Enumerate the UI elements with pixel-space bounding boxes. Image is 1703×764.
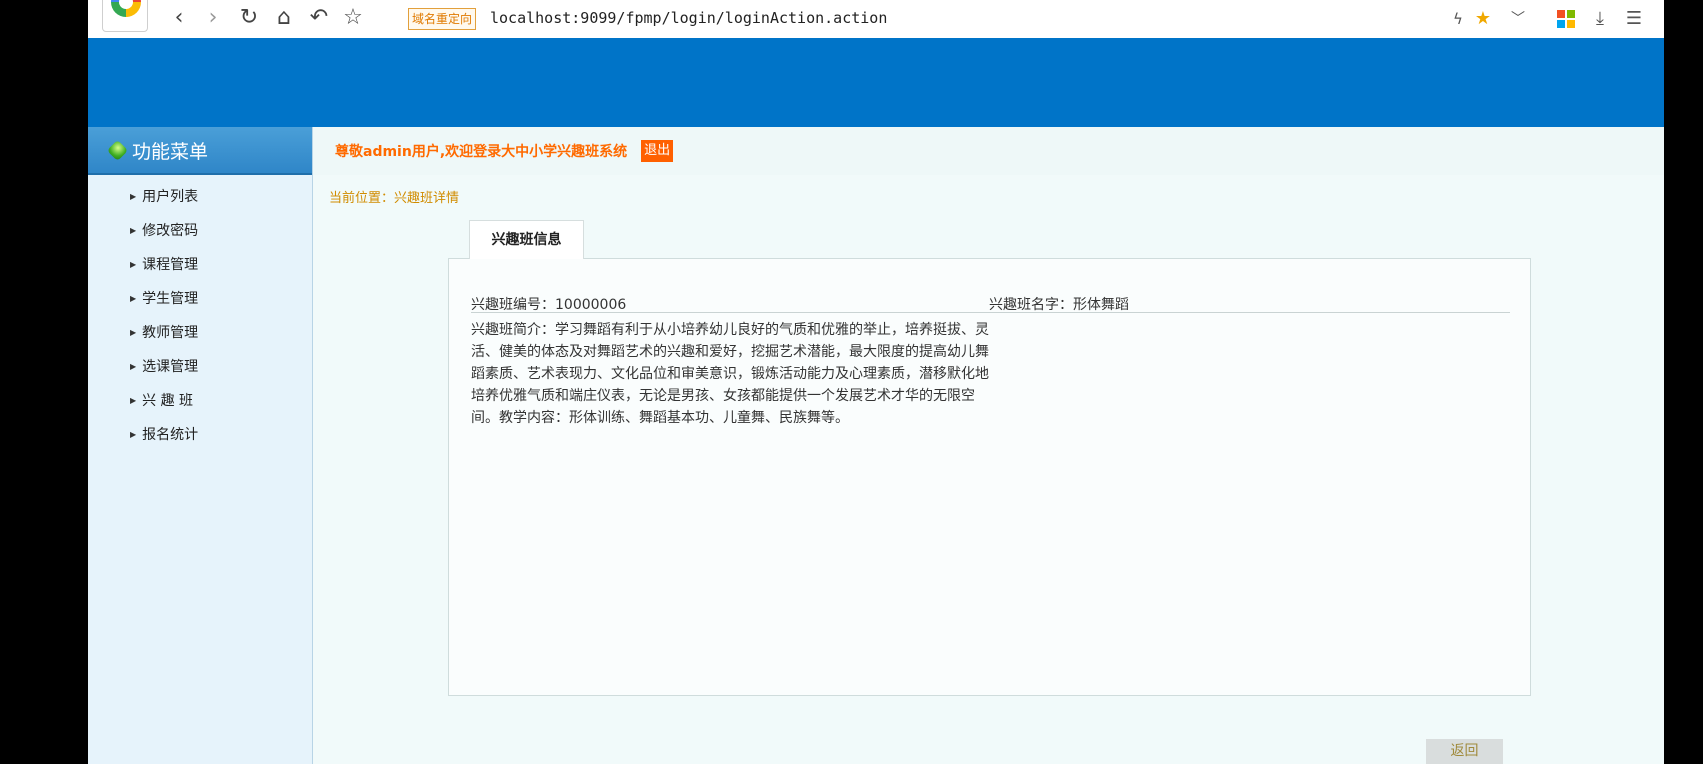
app-window: 功能菜单 ▶ 用户列表 ▶ 修改密码 ▶ 课程管理 ▶ 学生管理 ▶ 教师管理 ▶ 选课管理…	[88, 38, 1664, 764]
class-id-field: 兴趣班编号：10000006	[471, 297, 627, 313]
sidebar-item-password[interactable]: ▶ 修改密码	[88, 213, 312, 247]
back-icon[interactable]: ‹	[166, 5, 192, 31]
sidebar-item-statistics[interactable]: ▶ 报名统计	[88, 417, 312, 451]
sidebar-item-users[interactable]: ▶ 用户列表	[88, 179, 312, 213]
sidebar-item-label: 报名统计	[142, 427, 199, 443]
top-banner	[88, 38, 1664, 127]
sidebar-item-students[interactable]: ▶ 学生管理	[88, 281, 312, 315]
back-button[interactable]: 返回	[1426, 739, 1503, 764]
welcome-bar: 尊敬admin用户,欢迎登录大中小学兴趣班系统 退出	[313, 127, 1664, 175]
favorite-star-icon[interactable]: ★	[1472, 6, 1494, 32]
sidebar: 功能菜单 ▶ 用户列表 ▶ 修改密码 ▶ 课程管理 ▶ 学生管理 ▶ 教师管理 ▶ 选课管理…	[88, 127, 313, 764]
detail-row: 兴趣班编号：10000006 兴趣班名字：形体舞蹈	[471, 294, 1510, 313]
star-icon[interactable]: ☆	[340, 5, 366, 31]
address-bar[interactable]: localhost:9099/fpmp/login/loginAction.ac…	[490, 9, 887, 27]
sidebar-item-label: 课程管理	[142, 257, 199, 273]
browser-toolbar: ‹ › ↻ ⌂ ↶ ☆ 域名重定向 localhost:9099/fpmp/lo…	[88, 0, 1664, 38]
home-icon[interactable]: ⌂	[271, 5, 297, 31]
sidebar-item-teachers[interactable]: ▶ 教师管理	[88, 315, 312, 349]
sidebar-item-enrollment[interactable]: ▶ 选课管理	[88, 349, 312, 383]
sidebar-header: 功能菜单	[88, 127, 312, 175]
apps-icon[interactable]	[1554, 6, 1578, 32]
sidebar-item-label: 用户列表	[142, 189, 199, 205]
breadcrumb: 当前位置：兴趣班详情	[329, 191, 460, 206]
menu-gem-icon	[106, 139, 129, 161]
lightning-icon[interactable]: ϟ	[1448, 6, 1468, 32]
sidebar-item-interest-class[interactable]: ▶ 兴 趣 班	[88, 383, 312, 417]
forward-icon[interactable]: ›	[200, 5, 226, 31]
sidebar-item-label: 兴 趣 班	[142, 393, 194, 409]
sidebar-item-label: 修改密码	[142, 223, 199, 239]
download-icon[interactable]: ⤓	[1588, 6, 1612, 32]
triangle-right-icon: ▶	[130, 327, 137, 337]
sidebar-item-label: 选课管理	[142, 359, 199, 375]
triangle-right-icon: ▶	[130, 225, 137, 235]
browser-logo	[102, 0, 148, 32]
triangle-right-icon: ▶	[130, 361, 137, 371]
menu-icon[interactable]: ☰	[1622, 6, 1646, 32]
tab-interest-class-info[interactable]: 兴趣班信息	[469, 220, 584, 259]
sidebar-item-courses[interactable]: ▶ 课程管理	[88, 247, 312, 281]
triangle-right-icon: ▶	[130, 429, 137, 439]
sidebar-item-label: 教师管理	[142, 325, 199, 341]
sidebar-title: 功能菜单	[132, 140, 209, 163]
sidebar-menu: ▶ 用户列表 ▶ 修改密码 ▶ 课程管理 ▶ 学生管理 ▶ 教师管理 ▶ 选课管理 ▶ 兴 趣…	[88, 175, 312, 451]
chevron-down-icon[interactable]: ﹀	[1506, 6, 1530, 32]
welcome-message: 尊敬admin用户,欢迎登录大中小学兴趣班系统	[335, 144, 628, 160]
class-intro-field: 兴趣班简介：学习舞蹈有利于从小培养幼儿良好的气质和优雅的举止，培养挺拔、灵活、健…	[471, 322, 989, 426]
triangle-right-icon: ▶	[130, 259, 137, 269]
sidebar-item-label: 学生管理	[142, 291, 199, 307]
reload-icon[interactable]: ↻	[236, 5, 262, 31]
main-content: 尊敬admin用户,欢迎登录大中小学兴趣班系统 退出 当前位置：兴趣班详情 兴趣…	[313, 127, 1664, 764]
class-name-field: 兴趣班名字：形体舞蹈	[989, 297, 1129, 313]
logout-button[interactable]: 退出	[641, 140, 674, 162]
undo-icon[interactable]: ↶	[306, 5, 332, 31]
triangle-right-icon: ▶	[130, 395, 137, 405]
detail-panel: 兴趣班编号：10000006 兴趣班名字：形体舞蹈 兴趣班简介：学习舞蹈有利于从…	[448, 258, 1531, 696]
triangle-right-icon: ▶	[130, 293, 137, 303]
triangle-right-icon: ▶	[130, 191, 137, 201]
redirect-tag[interactable]: 域名重定向	[408, 8, 477, 30]
